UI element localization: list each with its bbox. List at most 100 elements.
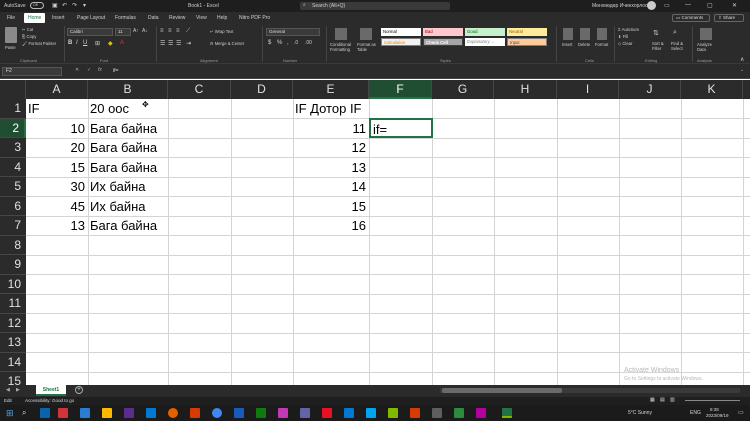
increase-font-icon[interactable]: A↑: [133, 28, 139, 34]
borders-icon[interactable]: ⊞: [95, 40, 100, 47]
cell-b2[interactable]: Бага байна: [88, 119, 168, 139]
expand-formula-icon[interactable]: ⌄: [740, 67, 744, 73]
cell-e5[interactable]: 14: [293, 177, 369, 197]
row-header-1[interactable]: 1: [0, 99, 26, 119]
insert-function-button[interactable]: fx: [98, 67, 102, 73]
tab-nitro-pdf[interactable]: Nitro PDF Pro: [239, 15, 270, 21]
row-header-14[interactable]: 14: [0, 352, 26, 372]
align-right-icon[interactable]: ☰: [176, 40, 181, 47]
undo-icon[interactable]: ↶: [62, 2, 67, 9]
tab-help[interactable]: Help: [217, 15, 227, 21]
fill-button[interactable]: ⬇ Fill: [618, 34, 628, 39]
style-input[interactable]: Input: [507, 38, 547, 46]
find-select-button[interactable]: Find & Select: [671, 41, 689, 51]
cell-b1[interactable]: 20 оос: [88, 99, 168, 119]
tab-page-layout[interactable]: Page Layout: [77, 15, 105, 21]
analyze-data-icon[interactable]: [700, 28, 712, 40]
select-all-corner[interactable]: [0, 80, 26, 99]
app-icon[interactable]: [454, 408, 464, 418]
row-header-13[interactable]: 13: [0, 333, 26, 353]
horizontal-scrollbar[interactable]: [440, 388, 740, 393]
taskbar-search-icon[interactable]: ⌕: [22, 408, 26, 418]
cell-a4[interactable]: 15: [26, 158, 88, 178]
number-format-select[interactable]: General: [266, 28, 320, 36]
tab-home[interactable]: Home: [24, 13, 46, 23]
share-button[interactable]: ⇪ Share: [714, 14, 744, 22]
onenote-icon[interactable]: [124, 408, 134, 418]
clock-time[interactable]: 8:38: [710, 407, 719, 412]
enter-icon[interactable]: ✓: [87, 67, 91, 73]
app-icon[interactable]: [322, 408, 332, 418]
zoom-slider[interactable]: [685, 400, 740, 401]
column-header-b[interactable]: B: [88, 80, 168, 99]
app-icon[interactable]: [278, 408, 288, 418]
copy-button[interactable]: ⎘ Copy: [22, 34, 36, 39]
underline-icon[interactable]: U: [83, 40, 87, 46]
collapse-ribbon-icon[interactable]: ∧: [740, 56, 744, 63]
row-header-12[interactable]: 12: [0, 313, 26, 333]
conditional-formatting-icon[interactable]: [335, 28, 347, 40]
app-icon[interactable]: [432, 408, 442, 418]
sheet-tab-sheet1[interactable]: Sheet1: [36, 385, 66, 396]
sort-filter-icon[interactable]: ⇅: [653, 29, 659, 37]
page-break-view-icon[interactable]: ▥: [670, 397, 675, 403]
autosave-toggle[interactable]: Off: [30, 2, 44, 9]
cell-e2[interactable]: 11: [293, 119, 369, 139]
merge-center-button[interactable]: ⊟ Merge & Center: [210, 41, 244, 46]
comma-icon[interactable]: ,: [287, 40, 289, 46]
excel-icon[interactable]: [502, 408, 512, 418]
tab-review[interactable]: Review: [169, 15, 185, 21]
scrollbar-thumb[interactable]: [442, 388, 562, 393]
teams-icon[interactable]: [300, 408, 310, 418]
powerpoint-icon[interactable]: [190, 408, 200, 418]
cell-e6[interactable]: 15: [293, 197, 369, 217]
cell-b5[interactable]: Их байна: [88, 177, 168, 197]
font-size-select[interactable]: 11: [115, 28, 131, 36]
delete-cells-icon[interactable]: [580, 28, 590, 40]
align-middle-icon[interactable]: ≡: [168, 28, 172, 34]
app-icon[interactable]: [388, 408, 398, 418]
cell-a7[interactable]: 13: [26, 216, 88, 236]
weather[interactable]: 5°C Sunny: [628, 410, 652, 416]
add-sheet-icon[interactable]: +: [75, 386, 83, 394]
maximize-icon[interactable]: ▢: [707, 2, 713, 9]
language[interactable]: ENG: [690, 410, 701, 416]
align-left-icon[interactable]: ☰: [160, 40, 165, 47]
windows-start-icon[interactable]: ⊞: [6, 408, 14, 419]
row-header-7[interactable]: 7: [0, 216, 26, 236]
align-center-icon[interactable]: ☰: [168, 40, 173, 47]
column-header-g[interactable]: G: [432, 80, 494, 99]
delete-cells-button[interactable]: Delete: [578, 42, 590, 47]
column-header-d[interactable]: D: [231, 80, 293, 99]
format-painter-button[interactable]: 🖌 Format Painter: [22, 41, 56, 47]
save-icon[interactable]: ▣: [52, 2, 58, 9]
column-header-f[interactable]: F: [369, 80, 432, 99]
cell-f2-active[interactable]: if=: [369, 118, 433, 138]
file-explorer-icon[interactable]: [102, 408, 112, 418]
vscode-icon[interactable]: [80, 408, 90, 418]
clear-button[interactable]: ◇ Clear: [618, 41, 632, 46]
fill-color-icon[interactable]: ◆: [108, 40, 113, 47]
column-header-i[interactable]: I: [557, 80, 619, 99]
close-icon[interactable]: ✕: [732, 2, 737, 9]
next-sheet-icon[interactable]: ▶: [16, 387, 20, 393]
tab-data[interactable]: Data: [148, 15, 159, 21]
find-select-icon[interactable]: ⌕: [673, 29, 677, 37]
currency-icon[interactable]: $: [268, 40, 271, 46]
cell-b6[interactable]: Их байна: [88, 197, 168, 217]
cell-e1[interactable]: IF Дотор IF: [293, 99, 369, 119]
app-icon[interactable]: [366, 408, 376, 418]
row-header-8[interactable]: 8: [0, 235, 26, 255]
row-header-2[interactable]: 2: [0, 118, 26, 138]
tab-formulas[interactable]: Formulas: [115, 15, 136, 21]
app-icon[interactable]: [344, 408, 354, 418]
align-top-icon[interactable]: ≡: [160, 28, 164, 34]
edge-icon[interactable]: [146, 408, 156, 418]
row-header-3[interactable]: 3: [0, 138, 26, 158]
cell-a6[interactable]: 45: [26, 197, 88, 217]
paste-button[interactable]: Paste: [5, 45, 16, 50]
app-icon[interactable]: [476, 408, 486, 418]
row-header-4[interactable]: 4: [0, 157, 26, 177]
format-cells-button[interactable]: Format: [595, 42, 608, 47]
decrease-font-icon[interactable]: A↓: [142, 28, 148, 34]
